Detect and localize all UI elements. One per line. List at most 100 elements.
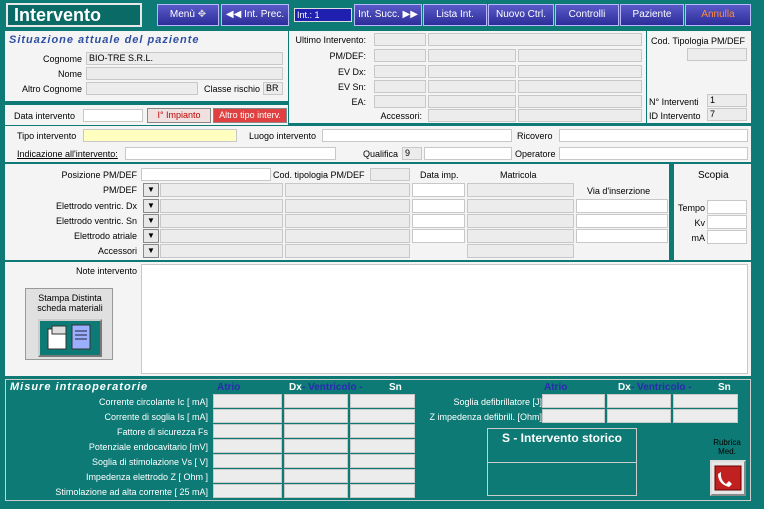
device-vsn-code[interactable] bbox=[285, 214, 410, 228]
measure-field-atrio[interactable] bbox=[213, 409, 282, 423]
device-vdx-date[interactable] bbox=[412, 199, 465, 213]
measure-field-sn[interactable] bbox=[350, 394, 415, 408]
last-pmdef-field-1[interactable] bbox=[374, 49, 426, 62]
measure-field-sn[interactable] bbox=[350, 439, 415, 453]
dropdown-arrow-icon[interactable]: ▼ bbox=[143, 214, 159, 228]
recovery-field[interactable] bbox=[559, 129, 748, 142]
last-intervention-date[interactable] bbox=[374, 33, 426, 46]
other-surname-field[interactable] bbox=[86, 82, 198, 95]
last-intervention-desc[interactable] bbox=[428, 33, 642, 46]
measure-field-sn[interactable] bbox=[350, 484, 415, 498]
intervention-number-field[interactable]: Int.: 1 bbox=[294, 8, 352, 22]
defib-impedance-atrio[interactable] bbox=[542, 409, 605, 423]
last-accessories-field-1[interactable] bbox=[428, 109, 516, 122]
measure-field-atrio[interactable] bbox=[213, 469, 282, 483]
defib-threshold-sn[interactable] bbox=[673, 394, 738, 408]
print-materials-button[interactable] bbox=[38, 319, 102, 357]
surname-field[interactable]: BIO-TRE S.R.L. bbox=[86, 52, 283, 65]
measure-field-atrio[interactable] bbox=[213, 454, 282, 468]
device-vdx-model[interactable] bbox=[160, 199, 283, 213]
cancel-button[interactable]: Annulla bbox=[685, 4, 751, 26]
indication-label[interactable]: Indicazione all'intervento: bbox=[17, 149, 118, 159]
last-pmdef-field-2[interactable] bbox=[428, 49, 516, 62]
device-atrial-code[interactable] bbox=[285, 229, 410, 243]
measure-field-dx[interactable] bbox=[284, 394, 348, 408]
patient-button[interactable]: Paziente bbox=[620, 4, 684, 26]
last-evdx-field-3[interactable] bbox=[518, 65, 642, 78]
device-atrial-route[interactable] bbox=[576, 229, 668, 243]
last-ea-field-2[interactable] bbox=[428, 95, 516, 108]
measure-field-dx[interactable] bbox=[284, 454, 348, 468]
place-field[interactable] bbox=[322, 129, 512, 142]
notes-field[interactable] bbox=[141, 264, 748, 374]
last-evdx-field-1[interactable] bbox=[374, 65, 426, 78]
measure-field-dx[interactable] bbox=[284, 439, 348, 453]
device-accessories-model[interactable] bbox=[160, 244, 283, 258]
device-pmdef-serial[interactable] bbox=[467, 183, 574, 197]
prev-intervention-button[interactable]: ◀◀ Int. Prec. bbox=[221, 4, 289, 26]
last-ea-field-1[interactable] bbox=[374, 95, 426, 108]
measure-field-atrio[interactable] bbox=[213, 439, 282, 453]
defib-impedance-dx[interactable] bbox=[607, 409, 671, 423]
device-vsn-serial[interactable] bbox=[467, 214, 574, 228]
last-evdx-field-2[interactable] bbox=[428, 65, 516, 78]
measure-field-sn[interactable] bbox=[350, 454, 415, 468]
dropdown-arrow-icon[interactable]: ▼ bbox=[143, 199, 159, 213]
device-vdx-route[interactable] bbox=[576, 199, 668, 213]
menu-button[interactable]: Menù ✥ bbox=[157, 4, 219, 26]
cod-tip-field[interactable] bbox=[370, 168, 410, 181]
measure-field-dx[interactable] bbox=[284, 409, 348, 423]
id-intervento-field[interactable]: 7 bbox=[707, 108, 747, 121]
device-atrial-serial[interactable] bbox=[467, 229, 574, 243]
last-evsn-field-1[interactable] bbox=[374, 80, 426, 93]
measure-field-sn[interactable] bbox=[350, 409, 415, 423]
dropdown-arrow-icon[interactable]: ▼ bbox=[143, 183, 159, 197]
device-atrial-model[interactable] bbox=[160, 229, 283, 243]
device-vsn-date[interactable] bbox=[412, 214, 465, 228]
measure-field-sn[interactable] bbox=[350, 469, 415, 483]
cod-tipologia-field[interactable] bbox=[687, 48, 747, 61]
position-field[interactable] bbox=[141, 168, 271, 181]
last-evsn-field-2[interactable] bbox=[428, 80, 516, 93]
device-accessories-code[interactable] bbox=[285, 244, 410, 258]
last-accessories-field-2[interactable] bbox=[518, 109, 642, 122]
n-interventi-field[interactable]: 1 bbox=[707, 94, 747, 107]
last-ea-field-3[interactable] bbox=[518, 95, 642, 108]
measure-field-sn[interactable] bbox=[350, 424, 415, 438]
defib-threshold-dx[interactable] bbox=[607, 394, 671, 408]
risk-class-field[interactable]: BR bbox=[263, 82, 283, 95]
other-type-button[interactable]: Altro tipo interv. bbox=[213, 108, 287, 123]
rubrica-button[interactable] bbox=[710, 460, 746, 496]
device-pmdef-model[interactable] bbox=[160, 183, 283, 197]
dropdown-arrow-icon[interactable]: ▼ bbox=[143, 244, 159, 258]
operator-field[interactable] bbox=[559, 147, 748, 160]
qualification-code[interactable]: 9 bbox=[402, 147, 422, 160]
defib-threshold-atrio[interactable] bbox=[542, 394, 605, 408]
device-vdx-serial[interactable] bbox=[467, 199, 574, 213]
last-pmdef-field-3[interactable] bbox=[518, 49, 642, 62]
measure-field-dx[interactable] bbox=[284, 484, 348, 498]
history-panel[interactable]: S - Intervento storico bbox=[487, 428, 637, 496]
scopia-time-field[interactable] bbox=[707, 200, 747, 214]
indication-field[interactable] bbox=[125, 147, 336, 160]
controls-button[interactable]: Controlli bbox=[555, 4, 619, 26]
defib-impedance-sn[interactable] bbox=[673, 409, 738, 423]
device-vsn-route[interactable] bbox=[576, 214, 668, 228]
device-pmdef-code[interactable] bbox=[285, 183, 410, 197]
next-intervention-button[interactable]: Int. Succ. ▶▶ bbox=[354, 4, 422, 26]
scopia-ma-field[interactable] bbox=[707, 230, 747, 244]
name-field[interactable] bbox=[86, 67, 283, 80]
first-implant-button[interactable]: I° Impianto bbox=[147, 108, 211, 123]
device-pmdef-date[interactable] bbox=[412, 183, 465, 197]
date-field[interactable] bbox=[83, 109, 143, 122]
type-field[interactable] bbox=[83, 129, 237, 142]
scopia-kv-field[interactable] bbox=[707, 215, 747, 229]
new-control-button[interactable]: Nuovo Ctrl. bbox=[488, 4, 554, 26]
measure-field-atrio[interactable] bbox=[213, 394, 282, 408]
list-interventions-button[interactable]: Lista Int. bbox=[423, 4, 487, 26]
dropdown-arrow-icon[interactable]: ▼ bbox=[143, 229, 159, 243]
measure-field-dx[interactable] bbox=[284, 469, 348, 483]
device-atrial-date[interactable] bbox=[412, 229, 465, 243]
measure-field-atrio[interactable] bbox=[213, 484, 282, 498]
device-vdx-code[interactable] bbox=[285, 199, 410, 213]
